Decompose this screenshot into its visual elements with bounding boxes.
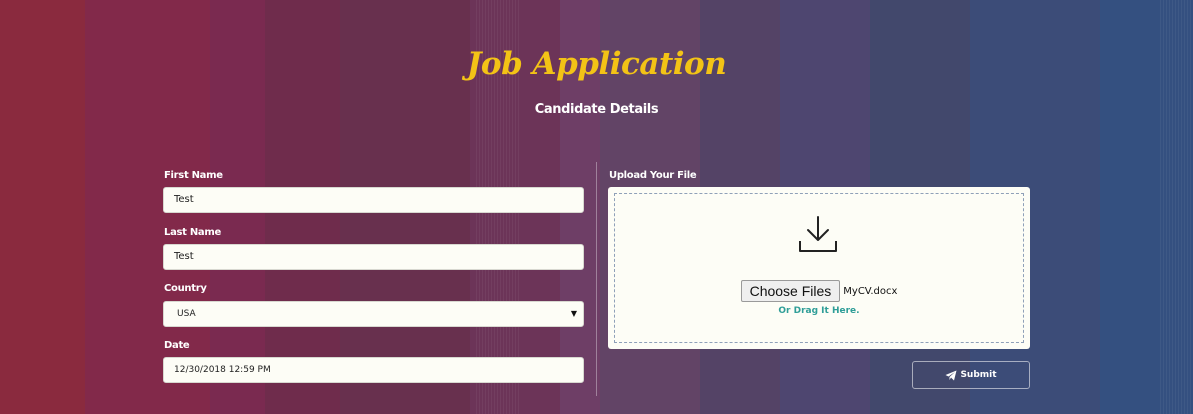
last-name-label: Last Name	[164, 227, 221, 238]
file-drop-zone[interactable]: Choose Files MyCV.docx Or Drag It Here.	[608, 187, 1030, 349]
page-subtitle: Candidate Details	[534, 102, 659, 117]
paper-plane-icon	[945, 370, 957, 380]
choose-files-button[interactable]: Choose Files	[740, 280, 841, 302]
drag-hint: Or Drag It Here.	[778, 306, 860, 316]
caret-down-icon: ▼	[570, 309, 577, 318]
country-label: Country	[164, 283, 207, 294]
first-name-label: First Name	[164, 170, 223, 181]
last-name-value: Test	[174, 251, 194, 262]
first-name-value: Test	[174, 194, 194, 205]
submit-label: Submit	[960, 370, 997, 380]
country-select[interactable]: USA ▼	[163, 301, 584, 327]
upload-label: Upload Your File	[609, 170, 697, 181]
page-title: Job Application	[466, 46, 727, 82]
column-divider	[596, 162, 597, 396]
date-input[interactable]: 12/30/2018 12:59 PM	[163, 357, 584, 383]
date-label: Date	[164, 340, 190, 351]
last-name-input[interactable]: Test	[163, 244, 584, 270]
submit-button[interactable]: Submit	[912, 361, 1030, 389]
download-icon	[799, 216, 837, 252]
date-value: 12/30/2018 12:59 PM	[174, 365, 271, 375]
selected-file-name: MyCV.docx	[843, 285, 898, 297]
first-name-input[interactable]: Test	[163, 187, 584, 213]
file-input-row: Choose Files MyCV.docx	[608, 280, 1030, 302]
country-value: USA	[177, 309, 196, 319]
